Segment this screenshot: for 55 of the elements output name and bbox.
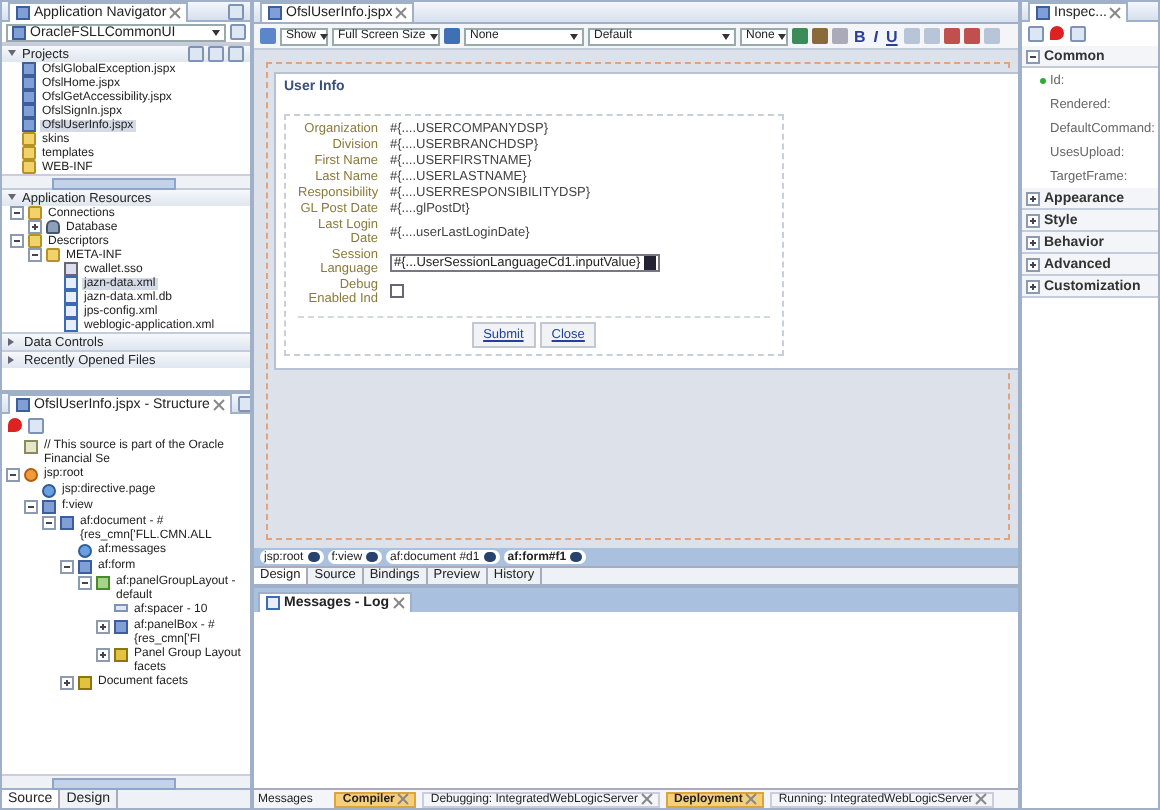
layout-icon: [96, 576, 110, 590]
close-icon[interactable]: [976, 794, 987, 804]
folder-icon: [78, 676, 92, 690]
inspector-icon: [1036, 5, 1050, 19]
log-icon: [266, 596, 280, 610]
expander-icon[interactable]: [60, 676, 74, 690]
navigator-icon: [16, 5, 30, 19]
circle-icon: [78, 544, 92, 558]
close-icon[interactable]: [1110, 7, 1121, 17]
expander-icon[interactable]: [1026, 235, 1040, 249]
scrollbar[interactable]: [2, 774, 250, 788]
expander-icon[interactable]: [10, 234, 24, 248]
close-icon[interactable]: [213, 399, 224, 409]
italic-button[interactable]: I: [871, 27, 881, 45]
page-icon: [114, 620, 128, 634]
file-icon: [64, 262, 78, 276]
expander-icon[interactable]: [78, 576, 92, 590]
expander-icon[interactable]: [10, 206, 24, 220]
expander-icon[interactable]: [1026, 191, 1040, 205]
expander-icon[interactable]: [24, 500, 38, 514]
close-icon[interactable]: [746, 794, 757, 804]
expander-icon[interactable]: [1026, 257, 1040, 271]
close-icon[interactable]: [170, 7, 181, 17]
close-icon[interactable]: [393, 598, 404, 608]
checkbox[interactable]: [390, 283, 404, 297]
close-icon[interactable]: [642, 794, 652, 804]
expander-icon[interactable]: [1026, 49, 1040, 63]
database-icon: [46, 220, 60, 234]
expander-icon[interactable]: [42, 516, 56, 530]
folder-icon: [114, 648, 128, 662]
expander-icon[interactable]: [96, 620, 110, 634]
scrollbar[interactable]: [2, 174, 250, 188]
collapse-icon[interactable]: [8, 49, 16, 59]
expander-icon[interactable]: [28, 248, 42, 262]
status-dot-icon: [1040, 77, 1046, 83]
structure-icon: [16, 397, 30, 411]
close-icon[interactable]: [396, 8, 407, 18]
spacer-icon: [114, 604, 128, 612]
pin-icon[interactable]: [8, 418, 22, 432]
expander-icon[interactable]: [1026, 279, 1040, 293]
page-icon: [268, 6, 282, 20]
application-icon: [12, 25, 26, 39]
circle-icon: [24, 468, 38, 482]
close-icon[interactable]: [398, 794, 409, 804]
underline-button[interactable]: U: [884, 27, 900, 45]
pin-icon[interactable]: [1050, 26, 1064, 40]
expander-icon[interactable]: [1026, 213, 1040, 227]
expander-icon[interactable]: [28, 220, 42, 234]
page-icon: [78, 560, 92, 574]
expander-icon[interactable]: [96, 648, 110, 662]
expander-icon[interactable]: [6, 468, 20, 482]
comment-icon: [24, 440, 38, 454]
circle-icon: [42, 484, 56, 498]
expander-icon[interactable]: [60, 560, 74, 574]
bold-button[interactable]: B: [852, 27, 868, 45]
